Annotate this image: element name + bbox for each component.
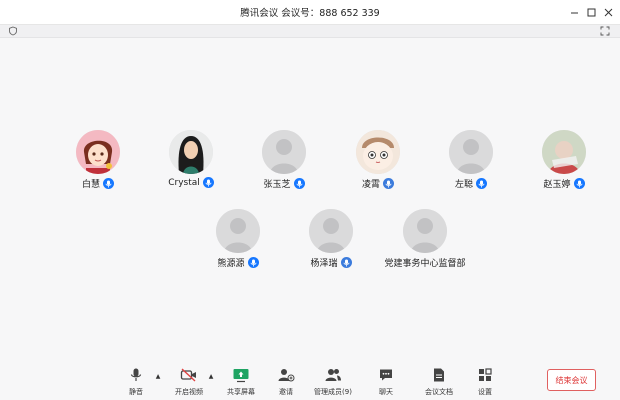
default-avatar bbox=[262, 130, 306, 174]
participant-tile[interactable]: 党建事务中心监督部 bbox=[380, 209, 470, 271]
invite-label: 邀请 bbox=[279, 388, 293, 396]
members-icon bbox=[324, 366, 342, 384]
participant-name: 凌霄 bbox=[361, 180, 380, 190]
mic-on-icon bbox=[476, 178, 487, 189]
default-avatar bbox=[403, 209, 447, 253]
settings-grid-icon bbox=[476, 366, 494, 384]
photo-avatar bbox=[542, 130, 586, 174]
participant-name-row: 赵玉婷 bbox=[519, 177, 609, 190]
mute-button[interactable]: 静音 bbox=[112, 366, 160, 398]
participant-tile[interactable]: Crystal bbox=[146, 130, 236, 192]
participant-tile[interactable]: 张玉芝 bbox=[239, 130, 329, 192]
end-meeting-button[interactable]: 结束会议 bbox=[547, 369, 596, 391]
invite-button[interactable]: 邀请 bbox=[262, 366, 310, 398]
participant-name-row: 熊源源 bbox=[193, 256, 283, 269]
participant-name-row: 左聪 bbox=[426, 177, 516, 190]
members-label: 管理成员(9) bbox=[314, 388, 352, 396]
settings-label: 设置 bbox=[478, 388, 492, 396]
meeting-docs-button[interactable]: 会议文档 bbox=[415, 366, 463, 398]
audio-options-chevron-icon[interactable]: ▲ bbox=[154, 372, 162, 380]
default-avatar bbox=[449, 130, 493, 174]
participant-name: 白慧 bbox=[81, 180, 100, 190]
minimize-button[interactable] bbox=[566, 4, 582, 20]
default-avatar bbox=[309, 209, 353, 253]
participant-tile[interactable]: 左聪 bbox=[426, 130, 516, 192]
close-icon bbox=[604, 8, 612, 16]
video-options-chevron-icon[interactable]: ▲ bbox=[207, 372, 215, 380]
participant-tile[interactable]: 凌霄 bbox=[333, 130, 423, 192]
participant-tile[interactable]: 赵玉婷 bbox=[519, 130, 609, 192]
mic-on-icon bbox=[573, 178, 585, 189]
chat-icon bbox=[377, 366, 395, 384]
participant-name: 党建事务中心监督部 bbox=[384, 259, 466, 269]
settings-button[interactable]: 设置 bbox=[461, 366, 509, 398]
mic-speaking-icon bbox=[340, 257, 352, 268]
mic-on-icon bbox=[202, 177, 214, 188]
title-bar: 腾讯会议 会议号：888 652 339 bbox=[0, 0, 620, 25]
maximize-icon bbox=[587, 8, 595, 16]
document-icon bbox=[430, 366, 448, 384]
participant-name: 左聪 bbox=[454, 180, 473, 190]
maximize-button[interactable] bbox=[583, 4, 599, 20]
participant-name: 杨泽瑞 bbox=[310, 259, 338, 269]
participant-name-row: 白慧 bbox=[53, 177, 143, 190]
fullscreen-icon[interactable] bbox=[600, 26, 610, 36]
participant-tile[interactable]: 熊源源 bbox=[193, 209, 283, 271]
mic-speaking-icon bbox=[383, 178, 394, 189]
chat-button[interactable]: 聊天 bbox=[362, 366, 410, 398]
participant-name-row: 张玉芝 bbox=[239, 177, 329, 190]
bottom-toolbar: 静音 ▲ 开启视频 ▲ 共享屏幕 邀请 管理成员(9) 聊天 会议文档 设置 bbox=[0, 360, 620, 400]
cartoon-face-avatar bbox=[356, 130, 400, 174]
participant-name-row: Crystal bbox=[146, 177, 236, 188]
window-title: 腾讯会议 会议号：888 652 339 bbox=[240, 8, 380, 19]
anime-girl-avatar bbox=[76, 130, 120, 174]
mic-on-icon bbox=[247, 257, 259, 268]
start-video-button[interactable]: 开启视频 bbox=[165, 366, 213, 398]
participant-tile[interactable]: 白慧 bbox=[53, 130, 143, 192]
mic-on-icon bbox=[293, 178, 305, 189]
participant-tile[interactable]: 杨泽瑞 bbox=[286, 209, 376, 271]
chat-label: 聊天 bbox=[379, 388, 393, 396]
manage-members-button[interactable]: 管理成员(9) bbox=[309, 366, 357, 398]
video-label: 开启视频 bbox=[175, 388, 203, 396]
meeting-info-bar bbox=[0, 25, 620, 38]
shield-icon[interactable] bbox=[8, 26, 18, 36]
participant-name: 熊源源 bbox=[217, 259, 245, 269]
default-avatar bbox=[216, 209, 260, 253]
participant-name-row: 党建事务中心监督部 bbox=[380, 256, 470, 269]
microphone-icon bbox=[127, 366, 145, 384]
close-button[interactable] bbox=[600, 4, 616, 20]
cartoon-woman-avatar bbox=[169, 130, 213, 174]
share-label: 共享屏幕 bbox=[227, 388, 255, 396]
share-screen-icon bbox=[232, 366, 250, 384]
docs-label: 会议文档 bbox=[425, 388, 453, 396]
participant-name-row: 杨泽瑞 bbox=[286, 256, 376, 269]
participant-name: Crystal bbox=[168, 177, 200, 188]
mic-on-icon bbox=[103, 178, 114, 189]
share-screen-button[interactable]: 共享屏幕 bbox=[217, 366, 265, 398]
participant-name: 张玉芝 bbox=[263, 180, 291, 190]
invite-user-icon bbox=[277, 366, 295, 384]
video-off-icon bbox=[180, 366, 198, 384]
participant-name: 赵玉婷 bbox=[543, 180, 571, 190]
mute-label: 静音 bbox=[129, 388, 143, 396]
minimize-icon bbox=[570, 12, 578, 13]
participant-name-row: 凌霄 bbox=[333, 177, 423, 190]
